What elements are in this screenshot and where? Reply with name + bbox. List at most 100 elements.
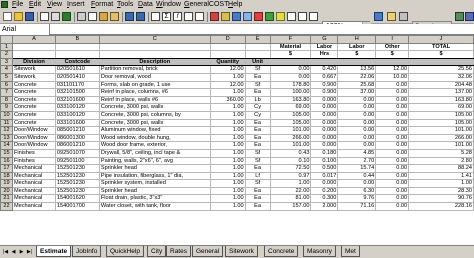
cell[interactable]: Finishes — [11, 156, 56, 166]
cell[interactable]: Sf — [244, 148, 271, 158]
cell[interactable]: Wood window, double hung, — [98, 133, 211, 143]
cell[interactable]: Door/Window — [11, 126, 56, 135]
cell[interactable]: Painting, walls, 2"x6", 6", avg — [98, 156, 211, 166]
cell[interactable]: 13.56 — [337, 65, 377, 74]
cell[interactable]: 2.80 — [408, 156, 474, 166]
cell[interactable]: 0.00 — [375, 118, 410, 128]
row-header[interactable]: 18 — [0, 171, 13, 181]
cell[interactable]: Material — [269, 42, 312, 52]
cell[interactable] — [375, 57, 410, 67]
cell[interactable]: 152501230 — [54, 186, 100, 196]
cell[interactable]: 0.00 — [337, 110, 377, 120]
cell[interactable]: Sitework — [11, 65, 56, 74]
cell[interactable]: 092501070 — [54, 148, 100, 158]
cell[interactable]: Sprinkler head — [98, 186, 211, 196]
cell[interactable]: 1.00 — [209, 179, 246, 188]
cell[interactable]: 0.00 — [337, 133, 377, 143]
table-icon[interactable] — [298, 12, 307, 21]
function-icon[interactable]: f — [173, 12, 182, 21]
cell[interactable]: Concrete — [11, 80, 56, 90]
tab-concrete[interactable]: Concrete — [264, 246, 299, 257]
cell[interactable]: Concrete — [11, 110, 56, 120]
row-header[interactable]: 13 — [0, 133, 13, 143]
row-header[interactable]: 12 — [0, 126, 13, 135]
cell[interactable]: 101.00 — [408, 141, 474, 150]
cell[interactable]: 22.00 — [269, 186, 312, 196]
tab-general[interactable]: General — [192, 246, 224, 257]
menu-view[interactable]: View — [47, 0, 62, 10]
macro-icon[interactable] — [399, 12, 408, 21]
cell[interactable]: 71.16 — [337, 202, 377, 211]
cell[interactable]: 228.16 — [408, 202, 474, 211]
menu-tools[interactable]: Tools — [117, 0, 133, 10]
cell[interactable]: 1.41 — [408, 171, 474, 181]
cell[interactable]: 6.30 — [337, 186, 377, 196]
cell[interactable]: 12.00 — [209, 80, 246, 90]
cell[interactable]: 0.00 — [337, 126, 377, 135]
menu-help[interactable]: Help — [228, 0, 242, 10]
cell[interactable]: Forms, slab on grade, 1 use — [98, 80, 211, 90]
cell[interactable]: 032101500 — [54, 88, 100, 97]
column-header[interactable]: D — [209, 35, 246, 44]
cell[interactable]: 0.000 — [310, 103, 339, 112]
prev-sheet-icon[interactable]: ◀ — [10, 249, 17, 256]
cell[interactable]: Drywall, 5/8", ceiling, incl tape & — [98, 148, 211, 158]
cell[interactable]: 031101170 — [54, 80, 100, 90]
format-painter-icon[interactable] — [110, 12, 119, 21]
cell[interactable]: Mechanical — [11, 164, 56, 173]
cell[interactable]: $ — [375, 50, 410, 59]
visual-basic-icon[interactable] — [455, 12, 464, 21]
cell[interactable]: 0.00 — [375, 156, 410, 166]
cell[interactable]: 37.00 — [337, 88, 377, 97]
cell[interactable]: Sprinkler system, installed — [98, 179, 211, 188]
cell[interactable]: 154001700 — [54, 202, 100, 211]
cell[interactable]: Finishes — [11, 148, 56, 158]
control-toolbox-icon[interactable] — [465, 12, 474, 21]
cell[interactable]: Mechanical — [11, 194, 56, 204]
cell[interactable]: 204.48 — [408, 80, 474, 90]
cell[interactable]: 0.000 — [310, 179, 339, 188]
cell[interactable]: Ea — [244, 72, 271, 82]
row-header[interactable]: 8 — [0, 95, 13, 105]
row-header[interactable]: 19 — [0, 179, 13, 188]
cell[interactable]: Costcode — [54, 57, 100, 67]
tab-sitework[interactable]: Sitework — [225, 246, 258, 257]
sort-descending-icon[interactable] — [195, 12, 204, 21]
cell[interactable]: Sprinkler head — [98, 164, 211, 173]
cell[interactable]: 0.00 — [375, 202, 410, 211]
cell[interactable]: 100.00 — [269, 88, 312, 97]
cell[interactable]: Concrete — [11, 103, 56, 112]
open-icon[interactable] — [14, 12, 23, 21]
print-icon[interactable] — [40, 12, 49, 21]
cell[interactable]: 0.100 — [310, 156, 339, 166]
cell[interactable]: Wood door frame, exterior, — [98, 141, 211, 150]
cell[interactable]: 88.24 — [408, 164, 474, 173]
cell[interactable]: TOTAL — [408, 42, 474, 52]
chart-wizard-icon[interactable] — [210, 12, 219, 21]
cell[interactable]: 0.900 — [310, 80, 339, 90]
cell[interactable]: 25.56 — [408, 65, 474, 74]
row-header[interactable]: 14 — [0, 141, 13, 150]
cell[interactable]: 0.000 — [310, 126, 339, 135]
cell[interactable]: 152501230 — [54, 171, 100, 181]
column-header[interactable]: H — [337, 35, 377, 44]
cell[interactable]: 033100120 — [54, 110, 100, 120]
menu-window[interactable]: Window — [156, 0, 181, 10]
cell[interactable]: Aluminum window, fixed — [98, 126, 211, 135]
cell[interactable]: 0.97 — [269, 171, 312, 181]
cell[interactable]: 0.00 — [375, 80, 410, 90]
cell[interactable]: Labor — [310, 42, 339, 52]
tab-quickhelp[interactable]: QuickHelp — [106, 246, 144, 257]
column-header[interactable]: I — [375, 35, 410, 44]
cell[interactable]: 033101600 — [54, 118, 100, 128]
cell[interactable]: Labor — [337, 42, 377, 52]
tab-jobinfo[interactable]: JobInfo — [72, 246, 102, 257]
cell[interactable] — [54, 50, 100, 59]
cell[interactable]: 0.00 — [375, 164, 410, 173]
tab-rates[interactable]: Rates — [166, 246, 191, 257]
column-header[interactable]: B — [54, 35, 100, 44]
cell[interactable]: Mechanical — [11, 171, 56, 181]
row-header[interactable]: 4 — [0, 65, 13, 74]
cell[interactable]: 1.00 — [209, 156, 246, 166]
row-header[interactable]: 3 — [0, 57, 13, 67]
